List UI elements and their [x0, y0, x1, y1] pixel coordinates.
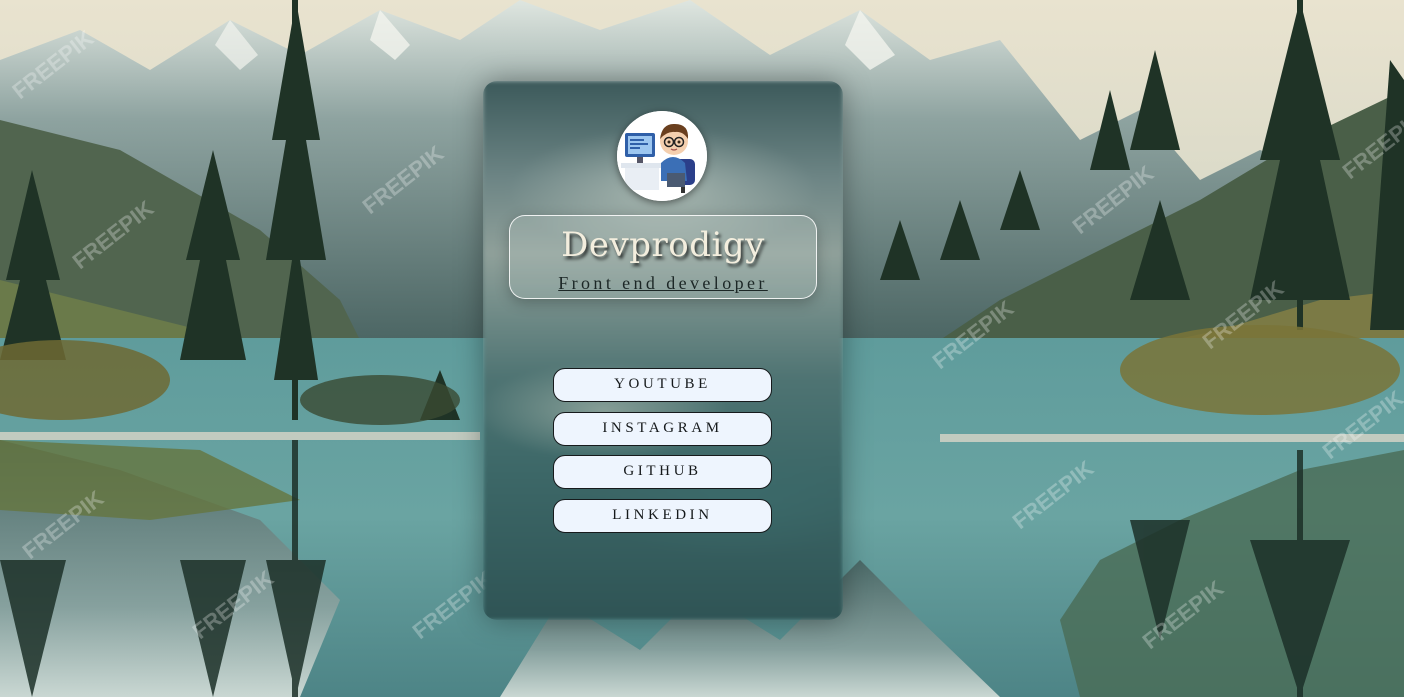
github-link-button[interactable]: GITHUB: [553, 455, 772, 489]
profile-name-box: Devprodigy Front end developer: [509, 215, 817, 299]
profile-name: Devprodigy: [561, 225, 765, 265]
social-links-list: YOUTUBE INSTAGRAM GITHUB LINKEDIN: [553, 368, 773, 542]
profile-card: Devprodigy Front end developer YOUTUBE I…: [483, 81, 843, 620]
instagram-link-button[interactable]: INSTAGRAM: [553, 411, 772, 446]
linkedin-link-button[interactable]: LINKEDIN: [553, 498, 772, 533]
developer-avatar-icon: [617, 111, 707, 201]
profile-subtitle: Front end developer: [558, 273, 768, 293]
youtube-link-button[interactable]: YOUTUBE: [553, 368, 772, 402]
